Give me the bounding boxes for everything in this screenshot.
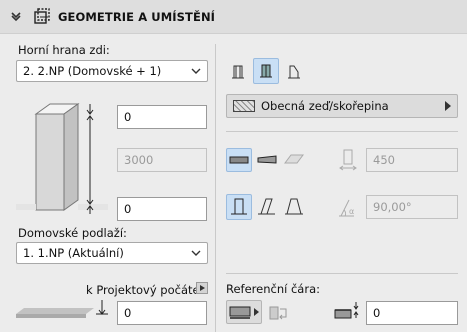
section-title: GEOMETRIE A UMÍSTĚNÍ [58,10,216,24]
reference-line-select[interactable] [226,300,262,324]
wall-composite-button[interactable] [253,58,279,84]
section-divider [226,131,458,132]
wall-profile-button[interactable] [282,60,306,84]
vertical-wall-button[interactable] [226,194,252,220]
wall-straight-button[interactable] [226,60,250,84]
inclined-wall-icon [258,198,275,215]
wall-elevation-diagram [16,103,108,214]
wall-composite-icon [260,64,272,78]
composite-fill-swatch [233,100,255,112]
composite-label: Obecná zeď/skořepina [261,99,389,113]
home-floor-label: Domovské podlaží: [18,226,127,240]
angle-field[interactable]: 90,00° [366,195,458,219]
reference-line-label: Referenční čára: [226,282,320,296]
thickness-icon [339,149,357,171]
trapezoid-section-icon [257,155,277,164]
angle-icon: α [339,199,354,217]
project-origin-label: k Projektový počátek [86,283,207,297]
height-field[interactable]: 3000 [117,148,207,172]
column-divider [215,44,216,332]
origin-elevation-diagram [16,300,108,318]
thickness-slanted-button[interactable] [282,148,306,172]
reference-offset-icon [334,302,359,319]
top-edge-select[interactable]: 2. 2.NP (Domovské + 1) [16,60,208,82]
chevron-right-icon [445,101,451,111]
chevron-down-icon[interactable] [10,10,22,22]
wall-straight-icon [232,65,244,79]
top-offset-field[interactable]: 0 [117,105,207,129]
home-floor-select[interactable]: 1. 1.NP (Aktuální) [16,242,208,264]
thickness-trapezoid-button[interactable] [255,148,279,172]
thickness-rectangular-button[interactable] [226,148,252,172]
top-edge-value: 2. 2.NP (Domovské + 1) [23,64,162,78]
section-divider [226,273,458,274]
chevron-down-icon [191,68,201,74]
wall-geometry-icon [34,8,50,24]
inclined-wall-button[interactable] [255,195,279,219]
bottom-offset-field[interactable]: 0 [117,197,207,221]
reference-offset-field[interactable]: 0 [366,301,458,325]
slanted-section-icon [284,154,304,164]
project-origin-field[interactable]: 0 [117,301,207,325]
double-slanted-wall-button[interactable] [282,195,306,219]
chevron-down-icon [191,250,201,256]
flip-reference-icon[interactable] [268,303,290,323]
vertical-wall-icon [231,198,247,215]
home-floor-value: 1. 1.NP (Aktuální) [23,246,124,260]
rect-section-icon [229,156,249,164]
composite-select[interactable]: Obecná zeď/skořepina [226,94,458,118]
svg-text:α: α [349,207,354,216]
reference-line-icon [229,306,259,319]
project-origin-menu-button[interactable] [196,282,208,294]
thickness-field[interactable]: 450 [366,148,458,172]
double-slanted-wall-icon [285,198,303,215]
wall-profile-icon [288,65,300,79]
top-edge-label: Horní hrana zdi: [18,43,110,57]
